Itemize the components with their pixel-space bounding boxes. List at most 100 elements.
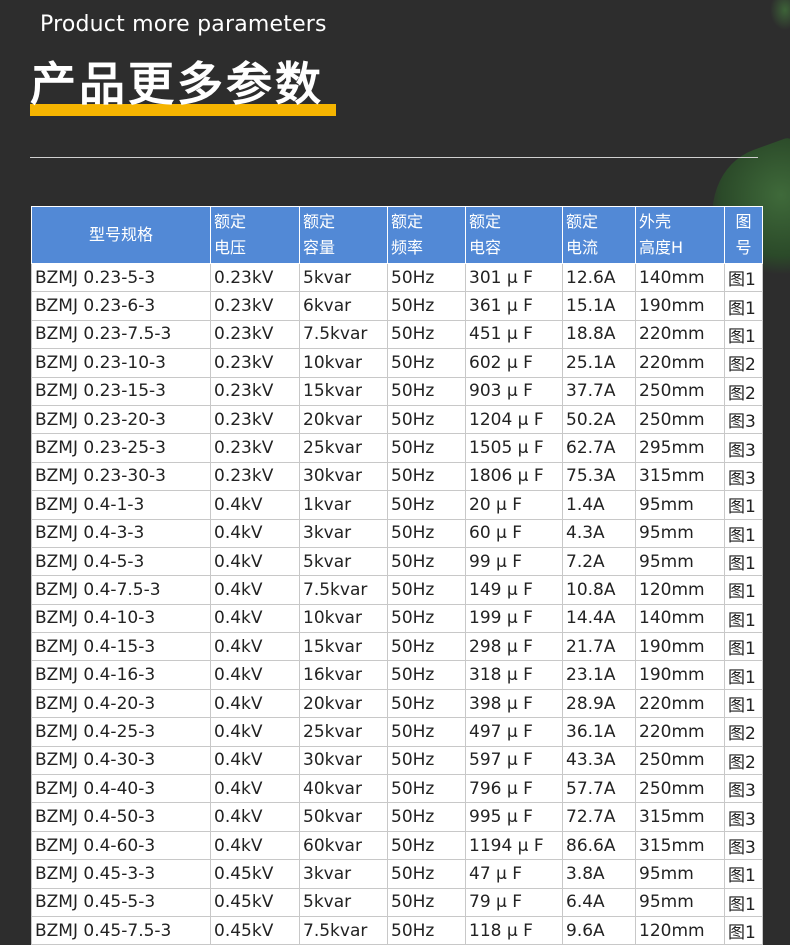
table-cell: 120mm	[635, 915, 725, 945]
table-cell: 199 μ F	[465, 603, 563, 634]
table-row: BZMJ 0.4-5-3 0.4kV 5kvar 50Hz 99 μ F 7.2A 95mm…	[31, 546, 763, 577]
table-cell: 0.4kV	[210, 717, 300, 747]
table-cell: 497 μ F	[465, 717, 563, 747]
table-cell: 50Hz	[387, 404, 466, 435]
table-cell: 0.23kV	[210, 319, 300, 350]
table-cell: 62.7A	[562, 433, 636, 463]
table-row: BZMJ 0.4-16-3 0.4kV 16kvar 50Hz 318 μ F 23.1A…	[31, 660, 763, 690]
table-cell: 图1	[724, 688, 763, 719]
table-cell: 190mm	[635, 660, 725, 690]
table-cell: 图1	[724, 262, 763, 293]
table-cell: 图1	[724, 319, 763, 350]
table-cell: 1505 μ F	[465, 433, 563, 463]
table-cell: 0.23kV	[210, 404, 300, 435]
table-cell: 0.4kV	[210, 632, 300, 662]
table-cell: 220mm	[635, 348, 725, 378]
column-header: 额定 容量	[299, 206, 388, 264]
table-cell: BZMJ 0.4-30-3	[31, 745, 211, 776]
table-cell: 318 μ F	[465, 660, 563, 690]
column-header: 外壳 高度H	[635, 206, 725, 264]
table-cell: 3kvar	[299, 859, 388, 889]
table-cell: 315mm	[635, 802, 725, 832]
table-cell: 图1	[724, 490, 763, 520]
table-cell: 50Hz	[387, 262, 466, 293]
table-cell: 图1	[724, 518, 763, 548]
table-cell: 12.6A	[562, 262, 636, 293]
table-cell: 图1	[724, 660, 763, 690]
table-cell: BZMJ 0.45-7.5-3	[31, 915, 211, 945]
table-cell: 图1	[724, 291, 763, 321]
table-cell: 315mm	[635, 830, 725, 861]
table-cell: 0.23kV	[210, 262, 300, 293]
table-row: BZMJ 0.23-10-3 0.23kV 10kvar 50Hz 602 μ F 25.…	[31, 348, 763, 378]
table-cell: 15.1A	[562, 291, 636, 321]
table-cell: 图3	[724, 802, 763, 832]
column-header: 图号	[724, 206, 763, 264]
table-cell: 190mm	[635, 632, 725, 662]
table-cell: 301 μ F	[465, 262, 563, 293]
table-cell: 40kvar	[299, 774, 388, 804]
table-row: BZMJ 0.4-20-3 0.4kV 20kvar 50Hz 398 μ F 28.9A…	[31, 688, 763, 719]
table-cell: 50Hz	[387, 774, 466, 804]
table-cell: 0.23kV	[210, 433, 300, 463]
table-cell: 0.4kV	[210, 490, 300, 520]
table-cell: 50kvar	[299, 802, 388, 832]
table-cell: 50Hz	[387, 575, 466, 605]
table-cell: 23.1A	[562, 660, 636, 690]
table-cell: 250mm	[635, 376, 725, 406]
table-cell: 50Hz	[387, 688, 466, 719]
table-cell: 15kvar	[299, 632, 388, 662]
table-cell: BZMJ 0.4-10-3	[31, 603, 211, 634]
table-row: BZMJ 0.4-10-3 0.4kV 10kvar 50Hz 199 μ F 14.4A…	[31, 603, 763, 634]
table-cell: 图1	[724, 603, 763, 634]
table-row: BZMJ 0.23-25-3 0.23kV 25kvar 50Hz 1505 μ F 62…	[31, 433, 763, 463]
column-header: 额定 电压	[210, 206, 300, 264]
table-cell: 50Hz	[387, 603, 466, 634]
table-cell: 0.45kV	[210, 887, 300, 917]
table-row: BZMJ 0.4-50-3 0.4kV 50kvar 50Hz 995 μ F 72.7A…	[31, 802, 763, 832]
table-cell: BZMJ 0.23-25-3	[31, 433, 211, 463]
table-cell: 315mm	[635, 461, 725, 492]
table-cell: 149 μ F	[465, 575, 563, 605]
table-cell: 20kvar	[299, 404, 388, 435]
table-row: BZMJ 0.23-6-3 0.23kV 6kvar 50Hz 361 μ F 15.1A…	[31, 291, 763, 321]
table-cell: BZMJ 0.23-6-3	[31, 291, 211, 321]
table-cell: 95mm	[635, 490, 725, 520]
table-cell: 50Hz	[387, 348, 466, 378]
table-row: BZMJ 0.4-1-3 0.4kV 1kvar 50Hz 20 μ F 1.4A 95mm…	[31, 490, 763, 520]
table-cell: 15kvar	[299, 376, 388, 406]
table-cell: 50Hz	[387, 745, 466, 776]
table-cell: 21.7A	[562, 632, 636, 662]
table-cell: 30kvar	[299, 745, 388, 776]
table-cell: 50Hz	[387, 660, 466, 690]
table-cell: 图1	[724, 859, 763, 889]
table-cell: 1.4A	[562, 490, 636, 520]
table-cell: 25kvar	[299, 433, 388, 463]
column-header: 额定 频率	[387, 206, 466, 264]
table-cell: 10kvar	[299, 348, 388, 378]
table-row: BZMJ 0.45-7.5-3 0.45kV 7.5kvar 50Hz 118 μ F9…	[31, 915, 763, 945]
table-cell: 50.2A	[562, 404, 636, 435]
table-cell: 3kvar	[299, 518, 388, 548]
table-cell: 6.4A	[562, 887, 636, 917]
table-cell: 140mm	[635, 262, 725, 293]
table-cell: BZMJ 0.4-16-3	[31, 660, 211, 690]
page-subtitle: Product more parameters	[40, 12, 327, 37]
table-cell: 796 μ F	[465, 774, 563, 804]
table-cell: 5kvar	[299, 546, 388, 577]
table-cell: 3.8A	[562, 859, 636, 889]
table-cell: 图2	[724, 745, 763, 776]
table-cell: 903 μ F	[465, 376, 563, 406]
table-cell: 7.5kvar	[299, 915, 388, 945]
table-cell: BZMJ 0.23-5-3	[31, 262, 211, 293]
table-cell: 30kvar	[299, 461, 388, 492]
table-cell: 50Hz	[387, 490, 466, 520]
table-cell: 95mm	[635, 546, 725, 577]
table-cell: 95mm	[635, 518, 725, 548]
table-cell: 0.4kV	[210, 802, 300, 832]
table-cell: 20kvar	[299, 688, 388, 719]
column-header: 型号规格	[31, 206, 211, 264]
table-cell: 140mm	[635, 603, 725, 634]
table-cell: 0.4kV	[210, 745, 300, 776]
table-row: BZMJ 0.4-25-3 0.4kV 25kvar 50Hz 497 μ F 36.1A…	[31, 717, 763, 747]
